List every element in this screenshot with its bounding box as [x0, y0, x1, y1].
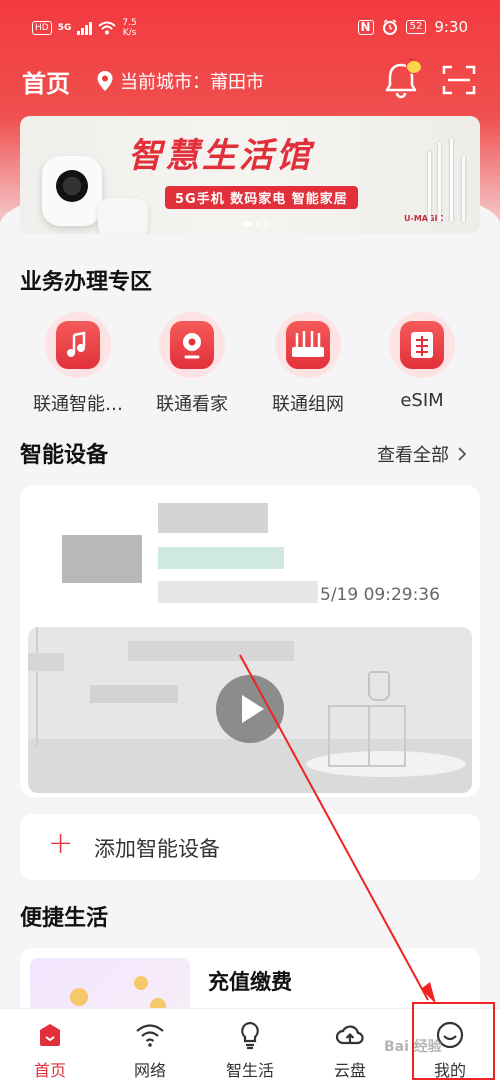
network-type: 5G	[57, 23, 72, 33]
top-header: 首页 当前城市：莆田市	[0, 55, 500, 106]
sim-icon	[400, 321, 444, 369]
device-card[interactable]: 5/19 09:29:36	[20, 485, 480, 797]
service-label: 联通看家	[156, 394, 228, 415]
status-bar: HD 5G 7.5 K/s N 52 9:30	[0, 0, 500, 56]
notification-badge	[406, 55, 422, 74]
page-title: 首页	[22, 70, 70, 98]
city-selector[interactable]: 当前城市：莆田市	[96, 68, 264, 94]
add-device-button[interactable]: + 添加智能设备	[20, 814, 480, 880]
plant-image	[368, 671, 390, 701]
device-status-blurred	[158, 547, 284, 569]
banner-subtitle: 5G手机 数码家电 智能家居	[165, 186, 358, 209]
wifi-status-icon	[98, 21, 117, 35]
tab-smart-life[interactable]: 智生活	[200, 1019, 300, 1081]
location-pin-icon	[97, 71, 113, 91]
tab-network[interactable]: 网络	[100, 1019, 200, 1081]
service-label: eSIM	[400, 390, 444, 411]
device-info-blurred	[158, 581, 318, 603]
cabinet-image	[328, 705, 406, 767]
device-name-blurred	[158, 503, 268, 533]
services-grid: 联通智能… 联通看家 联通组网 eSIM	[0, 312, 500, 422]
recharge-label: 充值缴费	[208, 970, 292, 994]
camera-icon	[170, 321, 214, 369]
banner-pagination	[242, 222, 268, 226]
tab-home[interactable]: 首页	[0, 1019, 100, 1081]
hd-badge: HD	[32, 21, 52, 35]
cloud-upload-icon	[335, 1025, 364, 1045]
life-section-title: 便捷生活	[20, 906, 109, 931]
plus-icon: +	[48, 826, 74, 861]
play-button[interactable]	[216, 675, 284, 743]
scan-icon[interactable]	[442, 64, 476, 96]
tab-label: 首页	[33, 1061, 66, 1080]
network-speed: 7.5 K/s	[122, 18, 137, 38]
add-device-label: 添加智能设备	[94, 837, 220, 861]
alarm-icon	[382, 19, 397, 35]
clock: 9:30	[434, 18, 468, 36]
devices-section-title: 智能设备	[20, 443, 109, 468]
watermark: Bai 经验	[384, 1039, 442, 1055]
view-all-label: 查看全部	[377, 445, 449, 466]
chevron-right-icon	[458, 447, 467, 461]
nfc-icon: N	[357, 19, 374, 35]
service-label: 联通智能…	[33, 394, 123, 415]
music-icon	[56, 321, 100, 369]
camera-preview[interactable]	[28, 627, 472, 793]
promo-banner[interactable]: 智慧生活馆 5G手机 数码家电 智能家居 U-MAGIC	[20, 116, 480, 234]
wifi-icon	[136, 1024, 164, 1047]
view-all-devices-link[interactable]: 查看全部	[377, 441, 467, 467]
banner-title: 智慧生活馆	[128, 136, 313, 176]
camera-product-image	[42, 156, 102, 226]
battery-indicator: 52	[405, 20, 427, 34]
router-product-image	[424, 138, 470, 222]
tab-label: 网络	[133, 1061, 166, 1080]
city-label: 当前城市：莆田市	[120, 72, 264, 93]
service-item-homewatch[interactable]: 联通看家	[134, 312, 250, 416]
camera-product-image	[98, 198, 148, 234]
tab-label: 云盘	[333, 1061, 366, 1080]
bulb-icon	[241, 1021, 259, 1050]
home-icon	[40, 1024, 60, 1046]
services-section-title: 业务办理专区	[20, 270, 153, 295]
signal-icon	[77, 21, 93, 35]
service-label: 联通组网	[272, 394, 344, 415]
device-timestamp: 5/19 09:29:36	[320, 585, 440, 605]
service-item-esim[interactable]: eSIM	[364, 312, 480, 411]
device-image-blurred	[62, 535, 142, 583]
service-item-smart[interactable]: 联通智能…	[20, 312, 136, 416]
service-item-mesh[interactable]: 联通组网	[250, 312, 366, 416]
router-icon	[286, 321, 330, 369]
tab-label: 智生活	[225, 1061, 274, 1080]
